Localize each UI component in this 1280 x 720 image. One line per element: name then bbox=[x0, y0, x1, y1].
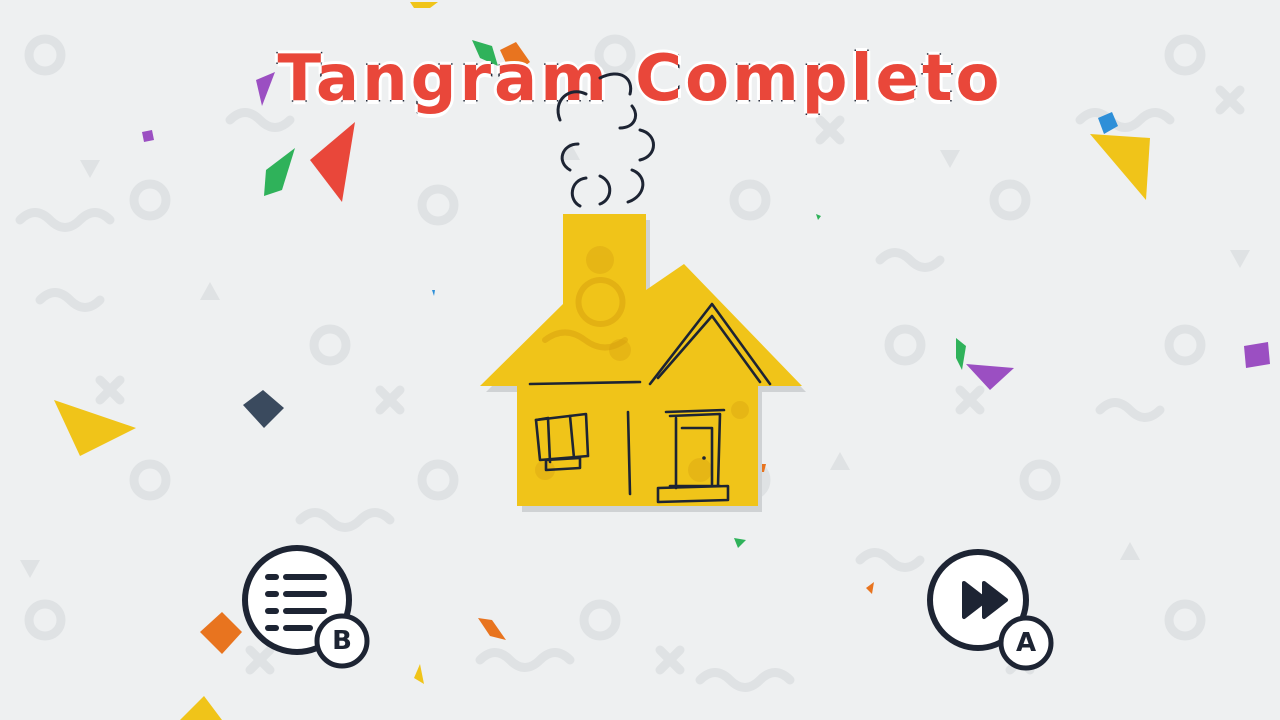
a-key-badge: A bbox=[1015, 628, 1037, 658]
confetti-piece bbox=[966, 364, 1014, 390]
confetti-piece bbox=[200, 612, 242, 654]
confetti-piece bbox=[414, 664, 424, 684]
confetti-piece bbox=[1090, 134, 1150, 200]
confetti-piece bbox=[734, 538, 746, 548]
confetti-piece bbox=[866, 582, 874, 594]
b-key-badge: B bbox=[332, 626, 352, 656]
confetti-piece bbox=[310, 122, 355, 202]
menu-button[interactable]: B bbox=[240, 543, 375, 673]
confetti-piece bbox=[956, 338, 966, 370]
confetti-piece bbox=[478, 618, 506, 640]
confetti-piece bbox=[142, 130, 154, 142]
tangram-house bbox=[480, 72, 806, 512]
confetti-piece bbox=[54, 400, 136, 456]
confetti-piece bbox=[180, 696, 222, 720]
confetti-piece bbox=[1244, 342, 1270, 368]
confetti-piece bbox=[243, 390, 284, 428]
confetti-piece bbox=[410, 2, 438, 8]
confetti-piece bbox=[432, 290, 435, 296]
confetti-piece bbox=[264, 148, 295, 196]
next-button[interactable]: A bbox=[926, 543, 1061, 673]
